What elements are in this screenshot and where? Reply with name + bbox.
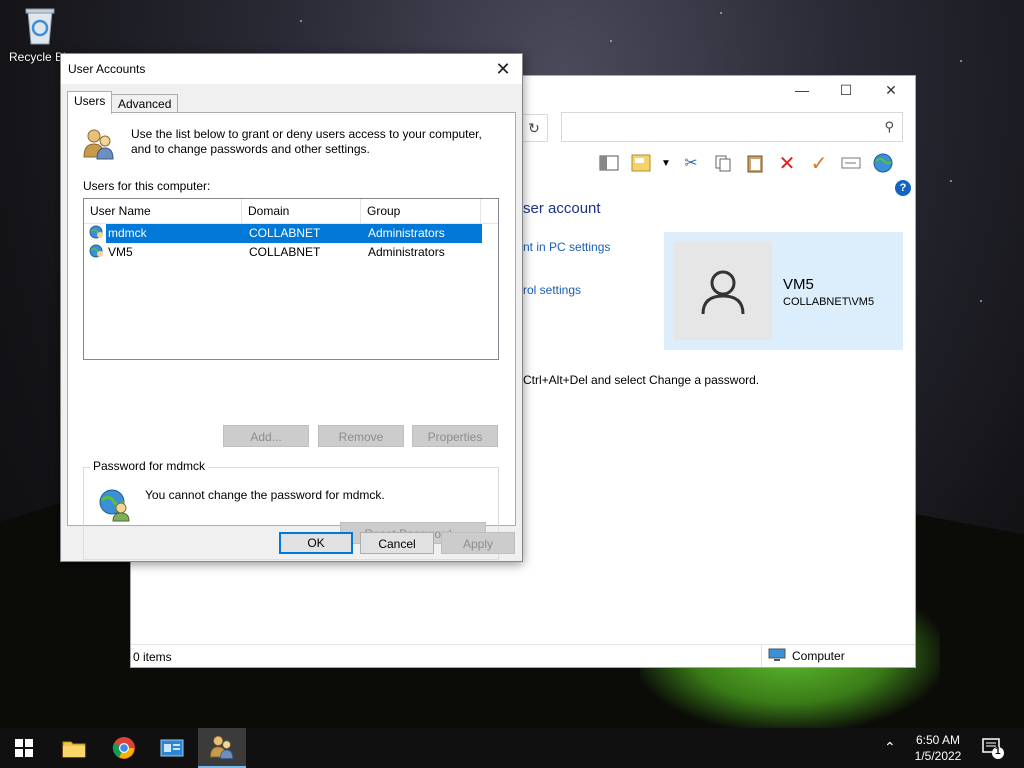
ok-button[interactable]: OK [279,532,353,554]
column-domain[interactable]: Domain [242,199,361,223]
cut-icon[interactable]: ✂ [679,151,703,175]
windows-start-icon[interactable] [0,728,48,768]
apply-button[interactable]: Apply [441,532,515,554]
ctrl-alt-del-hint: Ctrl+Alt+Del and select Change a passwor… [523,373,760,387]
dialog-titlebar: User Accounts ✕ [61,54,522,84]
cancel-button[interactable]: Cancel [360,532,434,554]
refresh-icon[interactable]: ↻ [521,114,548,142]
domain-user-large-icon [98,488,132,522]
status-item-count: 0 items [133,650,172,664]
clock-time: 6:50 AM [915,733,961,747]
table-row[interactable]: VM5 COLLABNET Administrators [84,243,482,262]
password-group-label: Password for mdmck [90,459,209,473]
chrome-icon[interactable] [100,728,148,768]
user-accounts-dialog: User Accounts ✕ Users Advanced Use the l… [60,53,523,562]
row-user-name: mdmck [108,226,147,240]
system-clock[interactable]: 6:50 AM 1/5/2022 [906,732,970,764]
row-domain: COLLABNET [249,245,321,259]
chevron-down-icon[interactable]: ▼ [661,151,671,175]
tab-advanced[interactable]: Advanced [111,94,179,114]
minimize-button[interactable]: — [787,80,817,100]
preview-pane-icon[interactable] [597,151,621,175]
dialog-title: User Accounts [68,62,146,76]
row-domain: COLLABNET [249,226,321,240]
domain-user-icon [89,244,105,260]
globe-icon[interactable] [871,151,895,175]
status-zone: Computer [761,645,845,667]
users-list[interactable]: User Name Domain Group mdmck COLLABNET A… [83,198,499,360]
user-avatar-icon [674,242,772,340]
toolbar: ▼ ✂ ✕ ✓ [597,150,895,176]
page-heading: ser account [523,200,601,217]
action-center-icon[interactable]: 1 [982,737,1004,759]
row-user-name: VM5 [108,245,133,259]
list-header: User Name Domain Group [84,199,498,224]
row-group: Administrators [368,245,445,259]
user-card: VM5 COLLABNET\VM5 [664,232,903,350]
remove-button[interactable]: Remove [318,425,404,447]
user-card-name: VM5 [783,276,814,293]
user-accounts-icon[interactable] [198,728,246,768]
row-group: Administrators [368,226,445,240]
clock-date: 1/5/2022 [914,749,962,763]
copy-icon[interactable] [711,151,735,175]
status-bar: 0 items Computer [131,644,915,667]
users-tab-panel: Use the list below to grant or deny user… [67,112,516,560]
column-group[interactable]: Group [361,199,481,223]
server-manager-icon[interactable] [148,728,196,768]
rename-icon[interactable] [839,151,863,175]
maximize-button[interactable]: ☐ [831,80,861,100]
help-icon[interactable]: ? [895,180,911,196]
recycle-bin-icon [23,6,57,46]
column-user-name[interactable]: User Name [84,199,242,223]
file-explorer-icon[interactable] [50,728,98,768]
taskbar: ⌃ 6:50 AM 1/5/2022 1 [0,728,1024,768]
checkmark-icon[interactable]: ✓ [807,151,831,175]
intro-text: Use the list below to grant or deny user… [131,127,482,156]
search-icon: ⚲ [884,119,894,134]
table-row[interactable]: mdmck COLLABNET Administrators [84,224,482,243]
paste-icon[interactable] [743,151,767,175]
show-hidden-icons-chevron-icon[interactable]: ⌃ [884,739,896,756]
pc-settings-link[interactable]: nt in PC settings [523,240,610,254]
properties-icon[interactable] [629,151,653,175]
tab-users[interactable]: Users [67,91,113,114]
status-zone-label: Computer [792,649,845,663]
password-message: You cannot change the password for mdmck… [145,488,385,502]
control-settings-link[interactable]: rol settings [523,283,581,297]
user-card-domain: COLLABNET\VM5 [783,296,875,308]
computer-icon [768,648,786,665]
users-list-label: Users for this computer: [83,179,211,193]
properties-button[interactable]: Properties [412,425,498,447]
add-button[interactable]: Add... [223,425,309,447]
dialog-close-button[interactable]: ✕ [488,56,518,82]
search-box[interactable]: ⚲ [561,112,903,142]
domain-user-icon [89,225,105,241]
close-button[interactable]: ✕ [876,80,906,100]
delete-icon[interactable]: ✕ [775,151,799,175]
users-group-icon [82,127,116,161]
notification-badge: 1 [995,746,1001,757]
